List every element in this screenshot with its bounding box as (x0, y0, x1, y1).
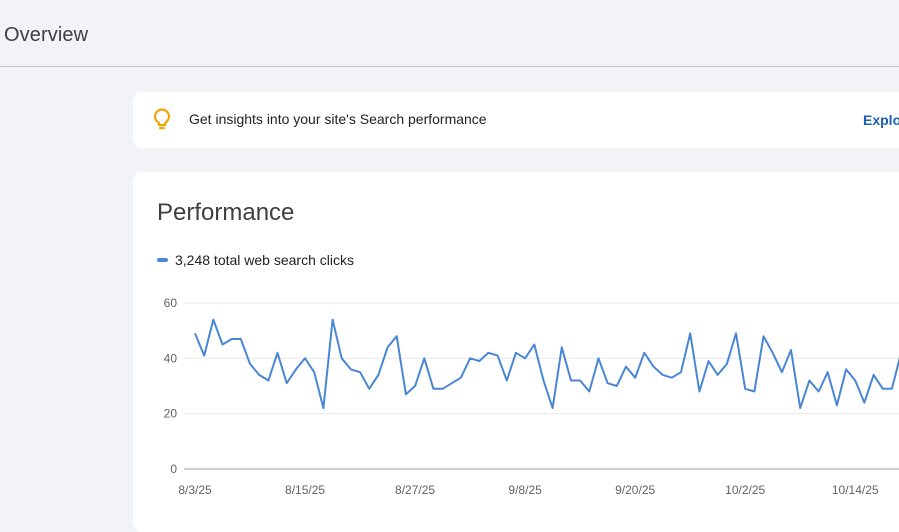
insight-banner[interactable]: Get insights into your site's Search per… (133, 92, 899, 148)
y-tick-label: 0 (170, 462, 177, 476)
x-tick-label: 9/8/25 (508, 483, 542, 497)
page-header: Overview (0, 0, 899, 67)
x-tick-label: 9/20/25 (615, 483, 655, 497)
page-title: Overview (4, 24, 89, 46)
x-tick-label: 8/15/25 (285, 483, 325, 497)
y-tick-label: 20 (164, 407, 178, 421)
y-tick-label: 40 (164, 351, 178, 365)
explore-link[interactable]: Explo (863, 112, 899, 128)
x-tick-label: 10/2/25 (725, 483, 765, 497)
x-tick-label: 8/27/25 (395, 483, 435, 497)
clicks-series-line[interactable] (194, 318, 899, 410)
clicks-line-chart[interactable]: 0 20 40 60 8/3/25 8/15/25 8/27/25 9/8/25 9/20/25… (133, 172, 899, 518)
insight-text: Get insights into your site's Search per… (189, 111, 487, 127)
y-tick-label: 60 (164, 296, 178, 310)
lightbulb-icon (153, 108, 171, 130)
x-tick-label: 10/14/25 (832, 483, 879, 497)
performance-card: Performance 3,248 total web search click… (133, 172, 899, 532)
x-tick-label: 8/3/25 (178, 483, 212, 497)
